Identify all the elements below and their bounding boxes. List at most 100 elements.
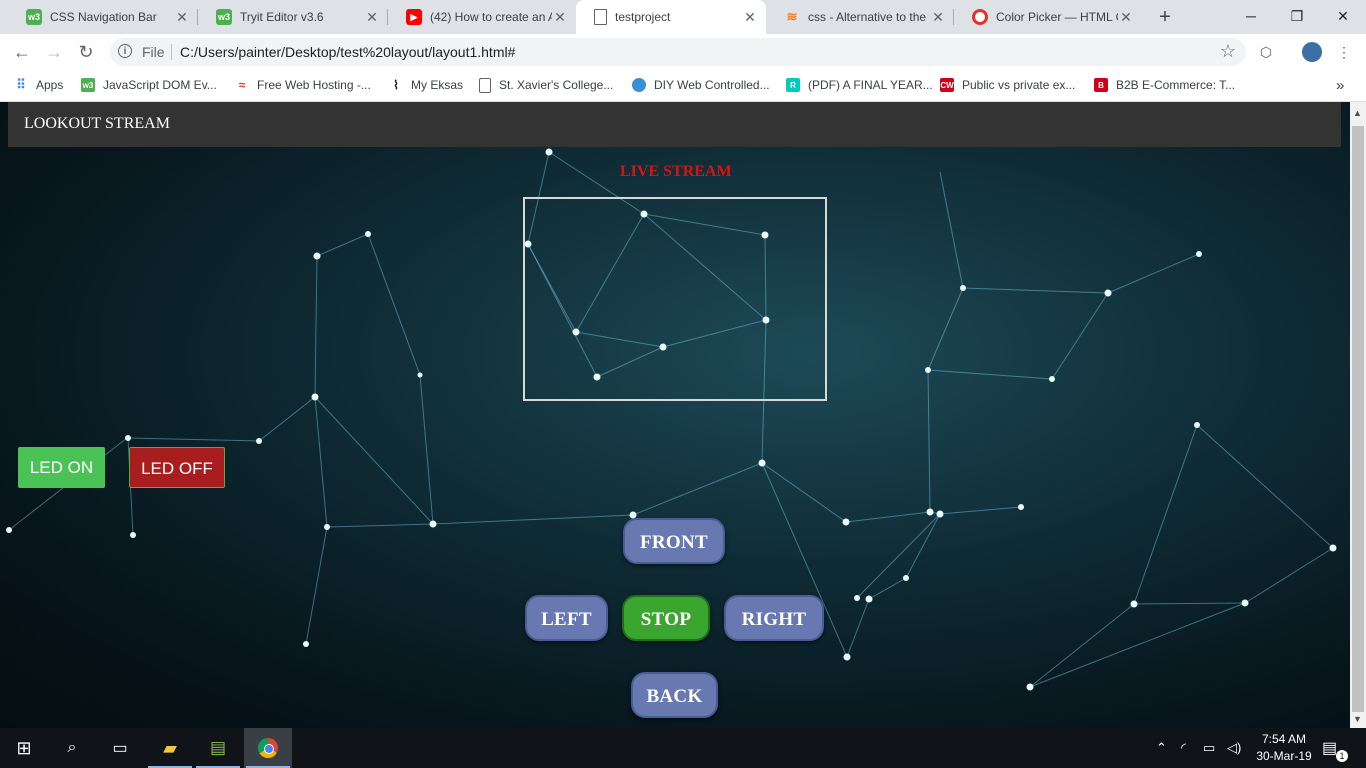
pulse-icon: ⌇ <box>393 78 399 92</box>
clock-date: 30-Mar-19 <box>1256 749 1312 763</box>
tab-title: (42) How to create an A <box>430 10 552 24</box>
opera-icon <box>972 9 988 25</box>
page-content: LOOKOUT STREAM LIVE STREAM LED ON LED OF… <box>0 102 1350 728</box>
show-hidden-icons-icon[interactable]: ⌃ <box>1156 728 1167 768</box>
search-icon[interactable]: ⌕ <box>48 728 96 768</box>
minimize-button[interactable]: ─ <box>1228 4 1274 28</box>
windows-start-icon[interactable]: ⊞ <box>0 728 48 768</box>
bookmarks-bar: ⠿ Apps w3 JavaScript DOM Ev... ≈ Free We… <box>0 70 1366 102</box>
chrome-logo-icon <box>258 738 278 758</box>
url-text[interactable]: C:/Users/painter/Desktop/test%20layout/l… <box>180 44 515 60</box>
bookmark-item[interactable]: R (PDF) A FINAL YEAR... <box>786 70 933 100</box>
back-arrow-icon[interactable]: ← <box>10 40 34 64</box>
document-icon <box>479 77 491 93</box>
scheme-label: File <box>142 44 165 60</box>
tab-title: testproject <box>615 10 671 24</box>
top-navbar: LOOKOUT STREAM <box>8 102 1341 147</box>
apps-grid-icon: ⠿ <box>16 77 26 92</box>
address-bar[interactable]: i File C:/Users/painter/Desktop/test%20l… <box>110 38 1246 66</box>
tab-stackoverflow[interactable]: ≋ css - Alternative to the ✕ <box>766 0 954 34</box>
battery-icon[interactable]: ▭ <box>1203 728 1215 768</box>
bookmark-item[interactable]: St. Xavier's College... <box>479 70 613 100</box>
tab-strip: w3 CSS Navigation Bar ✕ w3 Tryit Editor … <box>0 0 1366 34</box>
left-button[interactable]: LEFT <box>525 595 608 641</box>
led-on-button[interactable]: LED ON <box>18 447 105 488</box>
tab-tryit-editor[interactable]: w3 Tryit Editor v3.6 ✕ <box>198 0 388 34</box>
clock-time: 7:54 AM <box>1261 732 1307 746</box>
notepad-plus-icon[interactable]: ▤ <box>194 728 242 768</box>
notification-count-badge: 1 <box>1336 750 1348 762</box>
bookmark-label: Public vs private ex... <box>962 78 1076 92</box>
restore-button[interactable]: ❐ <box>1274 4 1320 28</box>
close-icon[interactable]: ✕ <box>174 9 190 26</box>
bookmark-label: Apps <box>36 78 64 92</box>
tab-title: Tryit Editor v3.6 <box>240 10 324 24</box>
extension-icon[interactable]: ⬡ <box>1256 42 1276 62</box>
scrollbar-thumb[interactable] <box>1352 126 1364 712</box>
live-stream-frame <box>523 197 827 401</box>
tab-title: Color Picker — HTML C <box>996 10 1118 24</box>
more-bookmarks-icon[interactable]: » <box>1336 70 1344 100</box>
stop-button[interactable]: STOP <box>622 595 710 641</box>
w3schools-icon: w3 <box>216 9 232 25</box>
forward-arrow-icon[interactable]: → <box>42 40 66 64</box>
windows-taskbar: ⊞ ⌕ ▭ ▰ ▤ ⌃ ◜ ▭ ◁) 7:54 AM 30-Mar-19 ▤ 1 <box>0 728 1366 768</box>
brand-link[interactable]: LOOKOUT STREAM <box>24 115 170 133</box>
bookmark-star-icon[interactable]: ☆ <box>1220 41 1236 62</box>
back-button[interactable]: BACK <box>631 672 718 718</box>
researchgate-icon: R <box>786 78 800 92</box>
task-view-icon[interactable]: ▭ <box>96 728 144 768</box>
wifi-icon[interactable]: ◜ <box>1181 728 1186 768</box>
document-icon <box>594 9 607 25</box>
notification-center-icon[interactable]: ▤ 1 <box>1322 728 1352 768</box>
volume-icon[interactable]: ◁) <box>1227 728 1241 768</box>
bookmark-item[interactable]: w3 JavaScript DOM Ev... <box>81 70 217 100</box>
close-icon[interactable]: ✕ <box>1118 9 1134 26</box>
b2b-icon: B <box>1094 78 1108 92</box>
w3schools-icon: w3 <box>26 9 42 25</box>
close-window-button[interactable]: ✕ <box>1320 4 1366 28</box>
codewithc-icon: CW <box>940 78 954 92</box>
reload-icon[interactable]: ↻ <box>74 40 98 64</box>
scroll-up-arrow-icon[interactable]: ▲ <box>1353 108 1362 118</box>
front-button[interactable]: FRONT <box>623 518 725 564</box>
info-icon[interactable]: i <box>118 44 132 58</box>
file-explorer-icon[interactable]: ▰ <box>146 728 194 768</box>
bookmark-item[interactable]: DIY Web Controlled... <box>632 70 770 100</box>
close-icon[interactable]: ✕ <box>742 9 758 26</box>
close-icon[interactable]: ✕ <box>552 9 568 26</box>
scroll-down-arrow-icon[interactable]: ▼ <box>1353 714 1362 724</box>
new-tab-button[interactable]: + <box>1154 6 1176 28</box>
tab-title: CSS Navigation Bar <box>50 10 157 24</box>
bookmark-item[interactable]: ≈ Free Web Hosting -... <box>235 70 371 100</box>
w3schools-icon: w3 <box>81 78 95 92</box>
menu-kebab-icon[interactable]: ⋮ <box>1334 42 1354 62</box>
right-button[interactable]: RIGHT <box>724 595 824 641</box>
live-stream-heading: LIVE STREAM <box>620 163 732 180</box>
close-icon[interactable]: ✕ <box>364 9 380 26</box>
bookmark-item[interactable]: B B2B E-Commerce: T... <box>1094 70 1235 100</box>
tab-color-picker[interactable]: Color Picker — HTML C ✕ <box>954 0 1142 34</box>
bookmark-item[interactable]: CW Public vs private ex... <box>940 70 1075 100</box>
bookmark-label: St. Xavier's College... <box>499 78 614 92</box>
close-icon[interactable]: ✕ <box>930 9 946 26</box>
youtube-icon: ▶ <box>406 9 422 25</box>
browser-toolbar: ← → ↻ i File C:/Users/painter/Desktop/te… <box>0 34 1366 70</box>
system-clock[interactable]: 7:54 AM 30-Mar-19 <box>1248 731 1320 765</box>
bookmark-label: (PDF) A FINAL YEAR... <box>808 78 933 92</box>
tab-css-navigation-bar[interactable]: w3 CSS Navigation Bar ✕ <box>8 0 198 34</box>
bookmark-label: Free Web Hosting -... <box>257 78 371 92</box>
vertical-scrollbar[interactable]: ▲ ▼ <box>1350 102 1366 728</box>
tab-testproject[interactable]: testproject ✕ <box>576 0 766 34</box>
bookmark-label: My Eksas <box>411 78 464 92</box>
bookmark-item[interactable]: ⌇ My Eksas <box>389 70 463 100</box>
tab-youtube[interactable]: ▶ (42) How to create an A ✕ <box>388 0 576 34</box>
led-off-button[interactable]: LED OFF <box>129 447 225 488</box>
bookmark-apps[interactable]: ⠿ Apps <box>14 70 63 100</box>
chrome-icon[interactable] <box>244 728 292 768</box>
divider <box>171 44 172 60</box>
avatar[interactable] <box>1302 42 1322 62</box>
bookmark-label: DIY Web Controlled... <box>654 78 770 92</box>
bookmark-label: B2B E-Commerce: T... <box>1116 78 1236 92</box>
stackoverflow-icon: ≋ <box>786 9 798 24</box>
